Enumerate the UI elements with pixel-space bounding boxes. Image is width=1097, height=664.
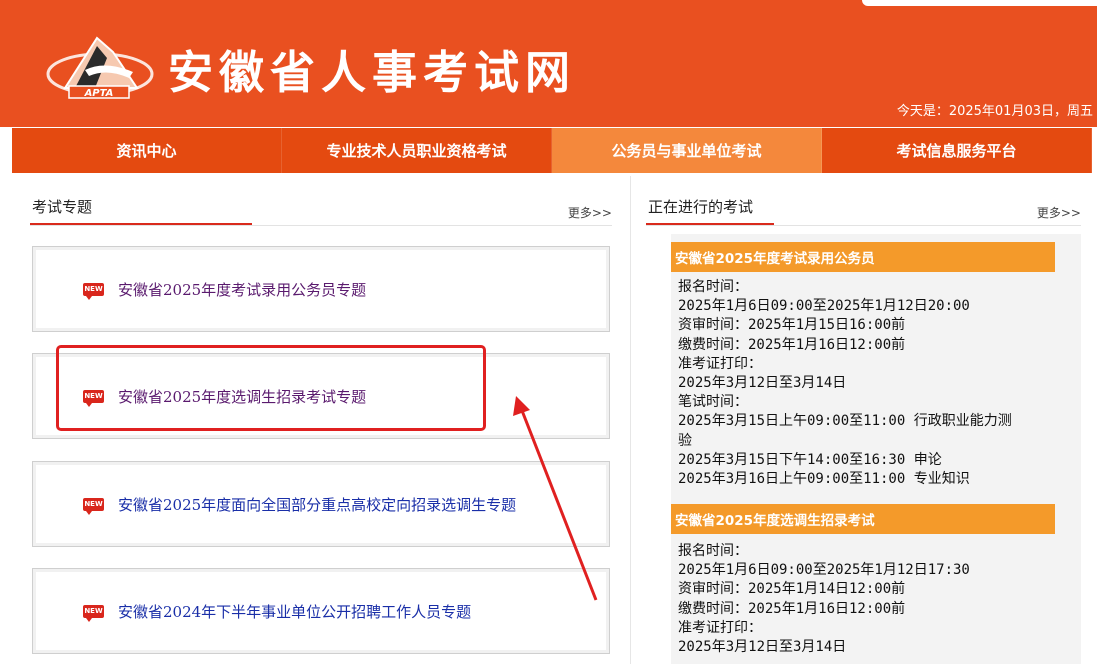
schedule-line: 准考证打印： [678,355,762,372]
schedule-line: 报名时间： [678,543,748,559]
highlight-annotation-box [56,345,486,431]
topic-link[interactable]: 安徽省2025年度面向全国部分重点高校定向招录选调生专题 [118,494,516,515]
exam-title[interactable]: 安徽省2025年度选调生招录考试 [671,504,1055,534]
topic-item[interactable]: NEW 安徽省2024年下半年事业单位公开招聘工作人员专题 [32,568,610,654]
schedule-line: 验 [678,432,692,449]
nav-item-professional-qualification[interactable]: 专业技术人员职业资格考试 [282,128,552,173]
schedule-line: 资审时间：2025年1月15日16:00前 [678,317,906,334]
nav-item-exam-service-platform[interactable]: 考试信息服务平台 [822,128,1092,173]
site-title: 安徽省人事考试网 [168,46,577,99]
more-link[interactable]: 更多>> [1037,204,1081,221]
schedule-line: 2025年1月6日09:00至2025年1月12日17:30 [678,562,970,579]
nav-item-civil-service-exams[interactable]: 公务员与事业单位考试 [552,128,822,173]
new-badge-icon: NEW [83,497,104,515]
new-badge-icon: NEW [83,282,104,300]
divider [646,225,1081,226]
schedule-line: 2025年3月12日至3月14日 [678,375,847,392]
divider [30,225,612,226]
exam-schedule: 报名时间： 2025年1月6日09:00至2025年1月12日20:00 资审时… [678,278,1078,489]
schedule-line: 笔试时间： [678,394,748,411]
apta-logo-icon[interactable]: APTA [45,30,155,100]
section-header: 正在进行的考试 更多>> [646,190,1081,226]
nav-item-news-center[interactable]: 资讯中心 [12,128,282,173]
exam-title[interactable]: 安徽省2025年度考试录用公务员 [671,242,1055,272]
exam-schedule: 报名时间： 2025年1月6日09:00至2025年1月12日17:30 资审时… [678,542,1078,657]
topic-item[interactable]: NEW 安徽省2025年度面向全国部分重点高校定向招录选调生专题 [32,461,610,547]
main-nav: 资讯中心 专业技术人员职业资格考试 公务员与事业单位考试 考试信息服务平台 [12,128,1092,173]
topic-link[interactable]: 安徽省2024年下半年事业单位公开招聘工作人员专题 [118,601,471,622]
schedule-line: 2025年3月16日上午09:00至11:00 专业知识 [678,471,970,488]
more-link[interactable]: 更多>> [568,204,612,221]
title-underline [646,223,774,225]
schedule-line: 准考证打印： [678,619,762,636]
title-underline [30,223,252,225]
schedule-line: 缴费时间：2025年1月16日12:00前 [678,600,906,617]
ongoing-exams-section: 正在进行的考试 更多>> 安徽省2025年度考试录用公务员 报名时间： 2025… [630,176,1097,664]
topic-link[interactable]: 安徽省2025年度考试录用公务员专题 [118,279,366,300]
new-badge-icon: NEW [83,604,104,622]
schedule-line: 2025年3月15日上午09:00至11:00 行政职业能力测 [678,413,1012,430]
date-display: 今天是：2025年01月03日，周五 [896,104,1093,119]
site-header: APTA 安徽省人事考试网 今天是：2025年01月03日，周五 [0,0,1097,127]
schedule-line: 报名时间： [678,279,748,295]
schedule-line: 资审时间：2025年1月14日12:00前 [678,581,906,598]
section-header: 考试专题 更多>> [30,190,612,226]
search-box-edge[interactable] [862,0,1097,6]
logo-text: APTA [84,88,114,99]
schedule-line: 2025年1月6日09:00至2025年1月12日20:00 [678,298,970,315]
exam-schedule-panel: 安徽省2025年度考试录用公务员 报名时间： 2025年1月6日09:00至20… [671,234,1081,664]
schedule-line: 缴费时间：2025年1月16日12:00前 [678,336,906,353]
exam-topics-section: 考试专题 更多>> NEW 安徽省2025年度考试录用公务员专题 NEW 安徽省… [30,190,612,654]
schedule-line: 2025年3月12日至3月14日 [678,639,847,656]
section-title: 考试专题 [32,198,93,216]
section-title: 正在进行的考试 [648,198,754,216]
schedule-line: 2025年3月15日下午14:00至16:30 申论 [678,451,942,468]
topic-item[interactable]: NEW 安徽省2025年度考试录用公务员专题 [32,246,610,332]
